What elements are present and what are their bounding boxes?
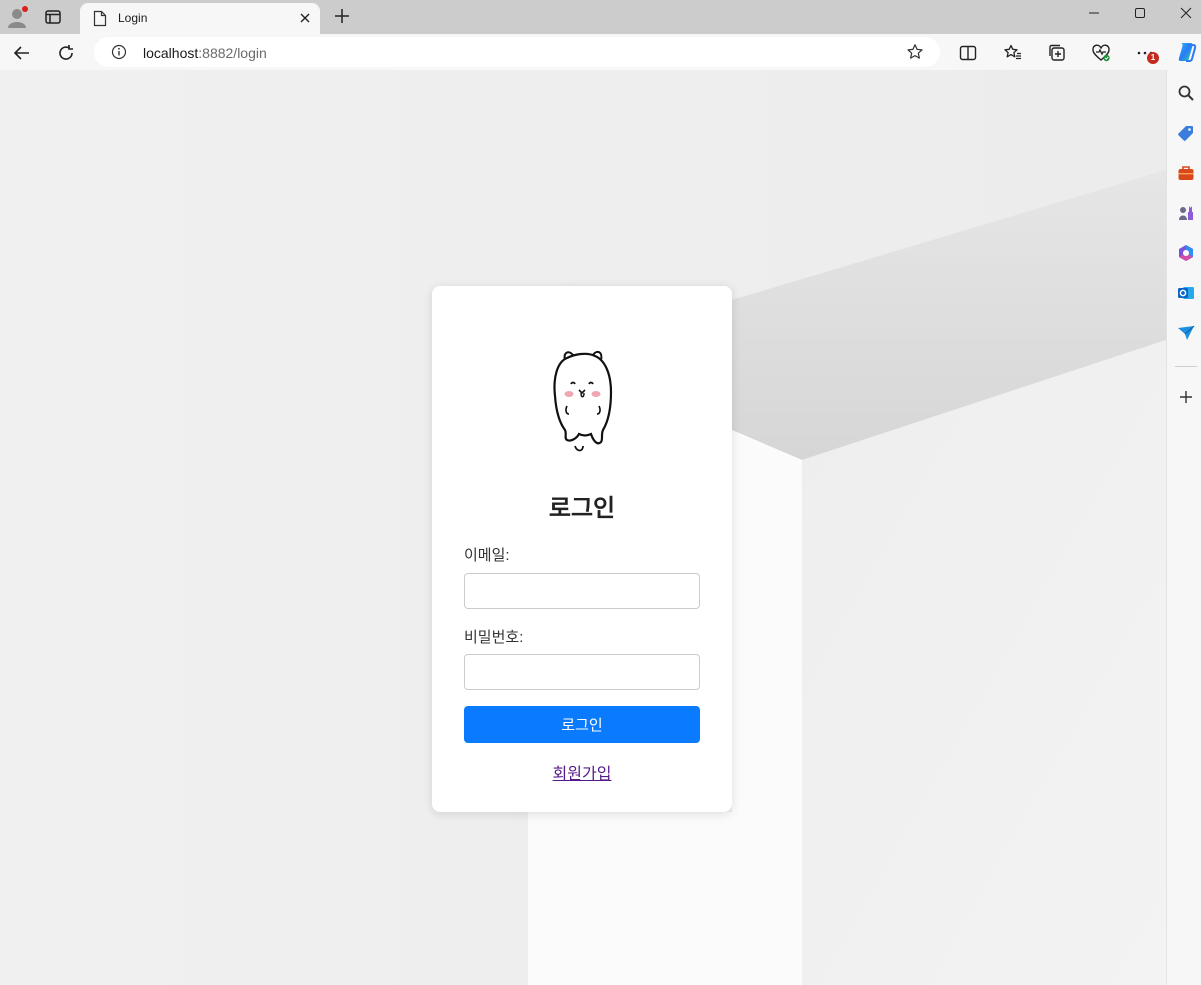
tab-actions-icon[interactable] [44, 8, 62, 26]
tab-title: Login [118, 11, 148, 25]
signup-link[interactable]: 회원가입 [432, 760, 732, 784]
new-tab-icon[interactable] [333, 7, 351, 25]
tools-briefcase-icon[interactable] [1177, 164, 1195, 182]
split-screen-icon[interactable] [958, 43, 978, 63]
copilot-icon[interactable] [1175, 41, 1197, 63]
url-text[interactable]: localhost:8882/login [143, 45, 267, 61]
login-button[interactable]: 로그인 [464, 706, 700, 743]
outlook-icon[interactable] [1177, 284, 1195, 302]
browser-essentials-icon[interactable] [1091, 43, 1111, 63]
refresh-icon[interactable] [56, 43, 76, 63]
page-viewport: 로그인 이메일: 비밀번호: 로그인 회원가입 [0, 70, 1166, 985]
search-icon[interactable] [1177, 84, 1195, 102]
mascot-logo [553, 350, 613, 452]
sidebar-divider [1175, 366, 1197, 367]
back-arrow-icon[interactable] [12, 43, 32, 63]
password-field[interactable] [464, 654, 700, 690]
tab-strip: Login [0, 0, 1201, 34]
favorite-star-icon[interactable] [906, 43, 924, 61]
url-host: localhost [143, 45, 199, 61]
browser-toolbar: localhost:8882/login [0, 34, 1201, 70]
close-window-icon[interactable] [1178, 5, 1194, 21]
site-info-icon[interactable] [111, 44, 127, 60]
microsoft-365-icon[interactable] [1177, 244, 1195, 262]
email-field[interactable] [464, 573, 700, 609]
notification-badge: 1 [1147, 52, 1159, 64]
games-chess-icon[interactable] [1177, 204, 1195, 222]
favorites-icon[interactable] [1003, 43, 1023, 63]
email-label: 이메일: [464, 547, 510, 564]
password-label: 비밀번호: [464, 629, 524, 646]
close-tab-icon[interactable] [298, 11, 312, 25]
profile-notification-dot [22, 6, 28, 12]
collections-icon[interactable] [1047, 43, 1067, 63]
edge-sidebar [1166, 70, 1201, 985]
maximize-icon[interactable] [1132, 5, 1148, 21]
address-bar[interactable]: localhost:8882/login [94, 37, 940, 67]
shopping-tag-icon[interactable] [1177, 124, 1195, 142]
page-icon [93, 10, 107, 27]
url-path: :8882/login [198, 45, 267, 61]
login-title: 로그인 [548, 495, 616, 522]
minimize-icon[interactable] [1086, 5, 1102, 21]
add-icon[interactable] [1177, 388, 1195, 406]
login-card: 로그인 이메일: 비밀번호: 로그인 회원가입 [432, 286, 732, 812]
tab-login[interactable]: Login [80, 3, 320, 34]
send-plane-icon[interactable] [1177, 324, 1195, 342]
